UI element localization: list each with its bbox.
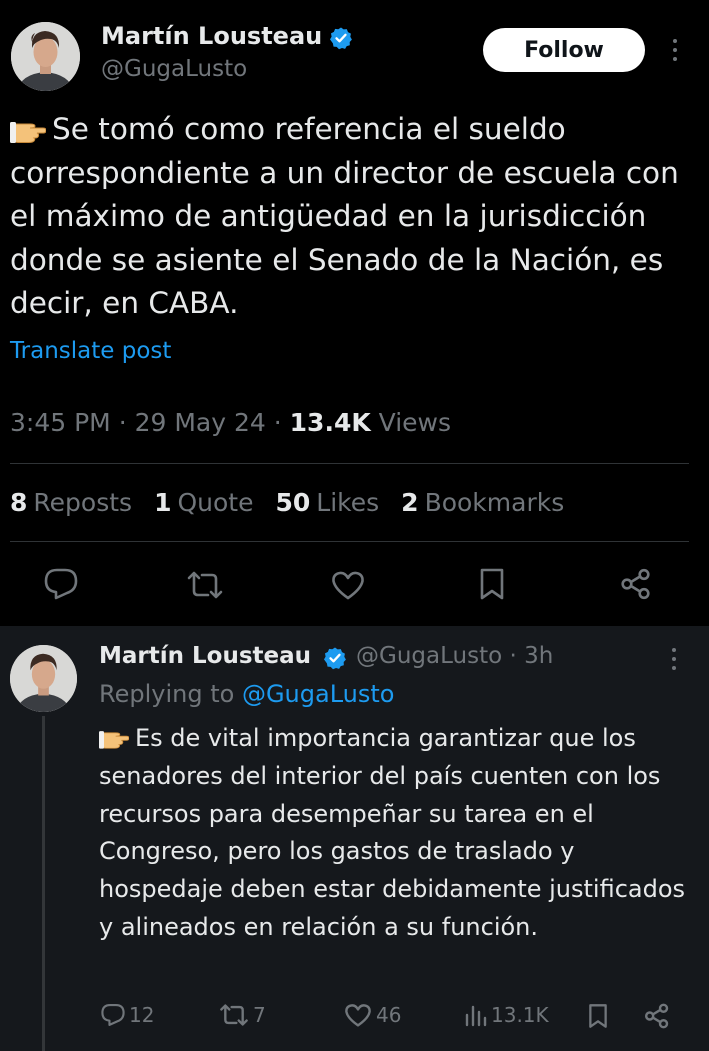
reply-avatar[interactable] bbox=[10, 645, 77, 712]
avatar[interactable] bbox=[11, 22, 80, 91]
verified-badge-icon bbox=[323, 646, 347, 670]
divider bbox=[10, 463, 689, 464]
reply-reply-action[interactable]: 12 bbox=[101, 1003, 154, 1027]
reply-repost-action[interactable]: 7 bbox=[219, 1003, 266, 1027]
verified-badge-icon bbox=[329, 26, 353, 50]
like-icon bbox=[345, 1004, 371, 1027]
replying-prefix: Replying to bbox=[99, 680, 235, 708]
reply-text: Es de vital importancia garantizar que l… bbox=[99, 720, 699, 947]
tweet-body: Se tomó como referencia el sueldo corres… bbox=[10, 112, 679, 320]
replying-to-handle[interactable]: @GugaLusto bbox=[242, 680, 395, 708]
tweet-text: Se tomó como referencia el sueldo corres… bbox=[10, 108, 700, 326]
thread-line bbox=[42, 716, 45, 1051]
views-icon bbox=[465, 1005, 487, 1027]
like-icon[interactable] bbox=[331, 570, 365, 600]
tweet-date[interactable]: 29 May 24 bbox=[135, 408, 266, 437]
reply-body: Es de vital importancia garantizar que l… bbox=[99, 724, 686, 941]
divider bbox=[10, 541, 689, 542]
separator: · bbox=[273, 408, 282, 437]
author-handle[interactable]: @GugaLusto bbox=[101, 56, 247, 82]
reply-like-action[interactable]: 46 bbox=[344, 1003, 401, 1027]
bookmark-icon[interactable] bbox=[479, 567, 505, 601]
share-icon[interactable] bbox=[620, 568, 652, 600]
tweet-detail-view: Martín Lousteau @GugaLusto Follow Se tom… bbox=[0, 0, 709, 1051]
reposts-stat[interactable]: 8 Reposts bbox=[10, 488, 132, 517]
like-count: 46 bbox=[376, 1003, 402, 1027]
views-label: Views bbox=[378, 408, 452, 437]
share-icon bbox=[644, 1003, 669, 1029]
separator: · bbox=[509, 643, 517, 669]
reply-views-action[interactable]: 13.1K bbox=[463, 1003, 549, 1027]
views-count: 13.4K bbox=[289, 408, 371, 437]
replying-to: Replying to @GugaLusto bbox=[99, 680, 394, 708]
reply-author-handle[interactable]: @GugaLusto bbox=[356, 643, 502, 669]
more-options-icon[interactable] bbox=[672, 39, 678, 61]
pointing-hand-icon bbox=[99, 723, 130, 749]
separator: · bbox=[118, 408, 127, 437]
engagement-stats: 8 Reposts 1 Quote 50 Likes 2 Bookmarks bbox=[10, 488, 564, 517]
reply-share-action[interactable] bbox=[644, 1003, 670, 1029]
follow-button[interactable]: Follow bbox=[483, 28, 645, 72]
translate-post-link[interactable]: Translate post bbox=[10, 338, 171, 364]
bookmark-icon bbox=[589, 1004, 607, 1028]
tweet-metadata: 3:45 PM · 29 May 24 · 13.4K Views bbox=[10, 408, 451, 437]
reply-time[interactable]: 3h bbox=[524, 643, 553, 669]
quotes-stat[interactable]: 1 Quote bbox=[154, 488, 253, 517]
reply-icon[interactable] bbox=[44, 568, 78, 600]
likes-stat[interactable]: 50 Likes bbox=[275, 488, 379, 517]
repost-icon[interactable] bbox=[186, 570, 224, 600]
reply-more-options-icon[interactable] bbox=[671, 648, 677, 670]
views-count: 13.1K bbox=[491, 1003, 549, 1027]
repost-icon bbox=[220, 1004, 248, 1026]
reply-author-name[interactable]: Martín Lousteau bbox=[99, 643, 311, 669]
reply-handle-line: @GugaLusto · 3h bbox=[356, 643, 553, 669]
reply-bookmark-action[interactable] bbox=[588, 1003, 608, 1029]
reply-count: 12 bbox=[129, 1003, 155, 1027]
repost-count: 7 bbox=[253, 1003, 266, 1027]
tweet-time[interactable]: 3:45 PM bbox=[10, 408, 111, 437]
pointing-hand-icon bbox=[10, 112, 47, 143]
author-name[interactable]: Martín Lousteau bbox=[101, 22, 322, 50]
reply-icon bbox=[101, 1004, 125, 1026]
main-tweet: Martín Lousteau @GugaLusto Follow Se tom… bbox=[0, 0, 709, 626]
bookmarks-stat[interactable]: 2 Bookmarks bbox=[401, 488, 564, 517]
